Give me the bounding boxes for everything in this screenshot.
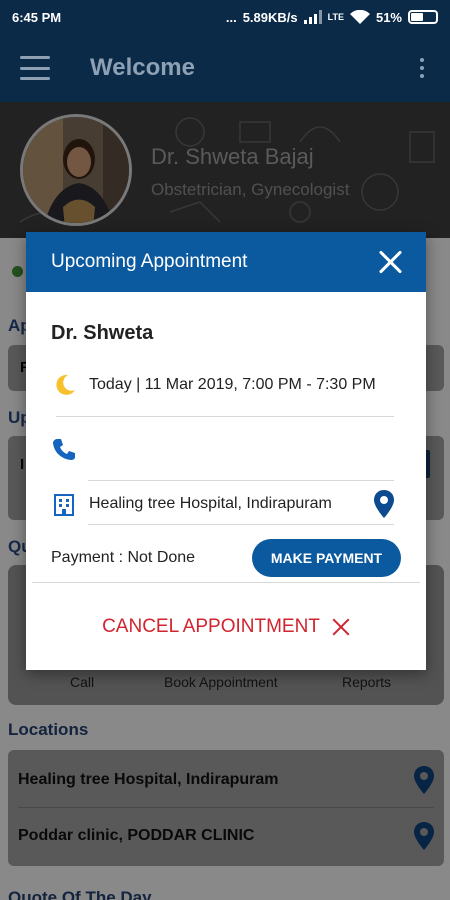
status-dots: ... — [225, 9, 237, 25]
network-speed: 5.89KB/s — [242, 9, 298, 25]
status-bar: 6:45 PM ... 5.89KB/s LTE 51% — [0, 0, 450, 34]
appointment-location-row[interactable]: Healing tree Hospital, Indirapuram — [51, 490, 394, 518]
hospital-building-icon — [54, 494, 74, 516]
map-pin-icon[interactable] — [374, 490, 394, 518]
wifi-icon — [349, 9, 370, 24]
more-options-icon[interactable] — [420, 58, 424, 78]
menu-icon[interactable] — [20, 56, 50, 80]
cancel-appointment-button[interactable]: CANCEL APPOINTMENT — [26, 616, 426, 638]
status-time: 6:45 PM — [12, 9, 62, 25]
signal-icon — [303, 10, 322, 24]
toolbar-title: Welcome — [90, 54, 195, 81]
appointment-phone-row[interactable] — [51, 436, 394, 462]
upcoming-appointment-dialog: Upcoming Appointment Dr. Shweta Today | … — [26, 232, 426, 670]
close-icon — [332, 618, 350, 636]
divider — [88, 480, 394, 481]
cancel-appointment-label: CANCEL APPOINTMENT — [102, 616, 320, 637]
divider — [88, 524, 394, 525]
moon-night-icon — [56, 374, 75, 395]
appointment-location: Healing tree Hospital, Indirapuram — [89, 495, 332, 512]
divider — [32, 582, 420, 583]
status-icons: ... 5.89KB/s LTE 51% — [225, 9, 438, 25]
appointment-datetime: Today | 11 Mar 2019, 7:00 PM - 7:30 PM — [89, 376, 376, 393]
phone-icon[interactable] — [51, 436, 77, 462]
battery-percent: 51% — [375, 9, 402, 25]
appointment-doctor-name: Dr. Shweta — [51, 322, 154, 344]
app-toolbar: Welcome — [0, 34, 450, 102]
make-payment-button[interactable]: MAKE PAYMENT — [252, 539, 401, 577]
appointment-datetime-row: Today | 11 Mar 2019, 7:00 PM - 7:30 PM — [51, 372, 394, 398]
payment-status: Payment : Not Done — [51, 549, 196, 566]
divider — [56, 416, 394, 417]
dialog-header: Upcoming Appointment — [26, 232, 426, 292]
volte-label: LTE — [327, 12, 344, 22]
dialog-title: Upcoming Appointment — [51, 251, 248, 272]
battery-icon — [408, 10, 438, 24]
close-icon[interactable] — [378, 249, 404, 275]
